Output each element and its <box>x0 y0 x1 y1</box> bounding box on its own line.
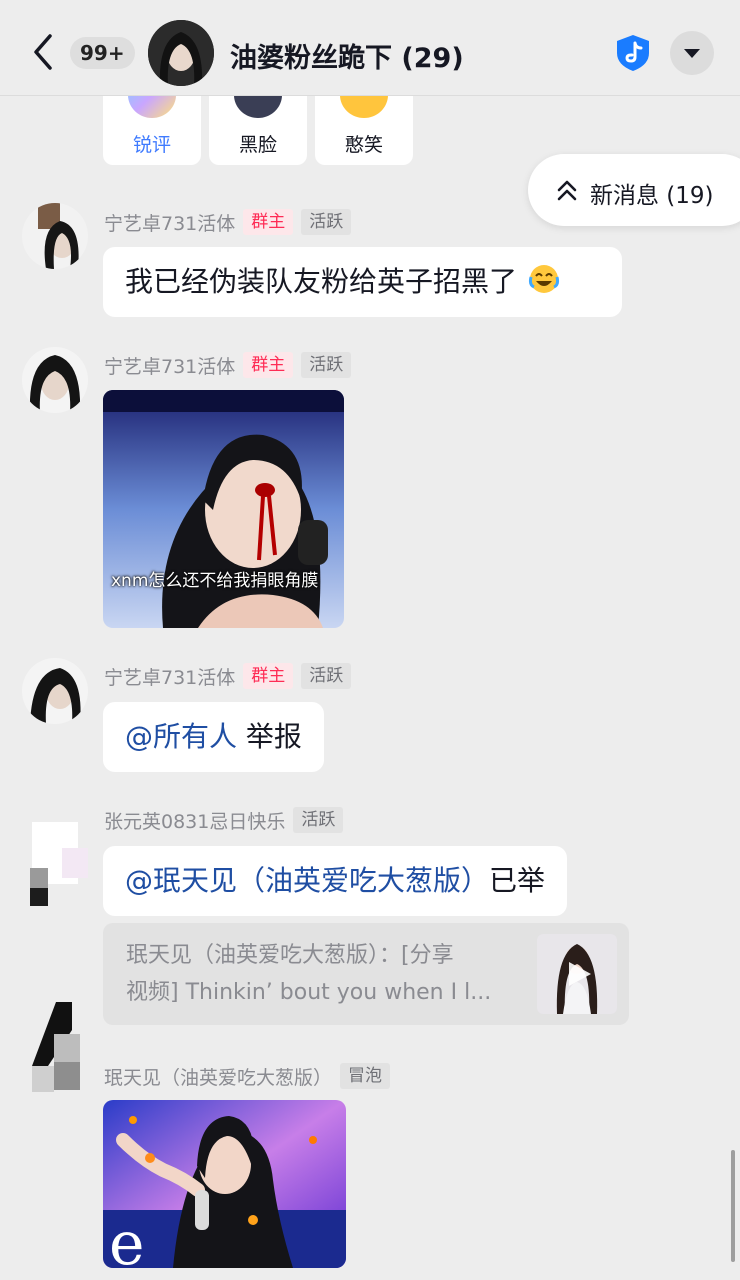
chat-header: 99+ 油婆粉丝跪下 (29) <box>0 0 740 96</box>
active-tag: 活跃 <box>301 209 352 235</box>
sticker-hanxiao[interactable]: 憨笑 <box>315 92 413 165</box>
sticker-label: 锐评 <box>132 134 171 156</box>
sender-name[interactable]: 宁艺卓731活体 <box>104 209 235 236</box>
crying-laughing-emoji-icon <box>528 265 559 293</box>
avatar[interactable] <box>22 1000 88 1096</box>
group-avatar[interactable] <box>148 20 214 86</box>
caret-down-icon <box>684 49 700 58</box>
message-bubble[interactable]: @珉天见（油英爱吃大葱版）已举 <box>103 846 568 916</box>
mention-link[interactable]: @珉天见（油英爱吃大葱版） <box>125 864 489 897</box>
sender-name[interactable]: 宁艺卓731活体 <box>104 352 235 379</box>
message-text: 我已经伪装队友粉给英子招黑了 <box>125 265 518 298</box>
active-tag: 活跃 <box>301 352 352 378</box>
new-messages-label: 新消息 (19) <box>590 183 714 209</box>
back-arrow-icon[interactable] <box>24 30 64 74</box>
avatar[interactable] <box>22 658 88 724</box>
message-sender: 张元英0831忌日快乐 活跃 <box>104 806 344 834</box>
message-text: 已举 <box>489 864 546 897</box>
group-title: 油婆粉丝跪下 (29) <box>230 43 464 74</box>
avatar[interactable] <box>22 802 92 906</box>
dropdown-button[interactable] <box>670 31 714 75</box>
avatar[interactable] <box>22 203 88 269</box>
owner-tag: 群主 <box>243 209 294 235</box>
sticker-label: 憨笑 <box>344 134 383 156</box>
shield-icon[interactable] <box>614 33 652 73</box>
message-sender: 宁艺卓731活体 群主 活跃 <box>104 351 352 379</box>
message-sender: 珉天见（油英爱吃大葱版） 冒泡 <box>104 1062 391 1090</box>
sender-name[interactable]: 宁艺卓731活体 <box>104 663 235 690</box>
sticker-label: 黑脸 <box>238 134 277 156</box>
image-message-photo <box>103 390 344 628</box>
message-sender: 宁艺卓731活体 群主 活跃 <box>104 208 352 236</box>
message-sender: 宁艺卓731活体 群主 活跃 <box>104 662 352 690</box>
double-chevron-up-icon <box>557 180 577 201</box>
new-messages-button[interactable]: 新消息 (19) <box>528 154 740 226</box>
image-caption: xnm怎么还不给我捐眼角膜 <box>111 571 319 591</box>
message-bubble[interactable]: @所有人 举报 <box>103 702 324 772</box>
scrollbar[interactable] <box>731 1150 735 1262</box>
image-message[interactable]: xnm怎么还不给我捐眼角膜 <box>103 390 344 628</box>
avatar[interactable] <box>22 347 88 413</box>
sticker-ruiping[interactable]: 锐评 <box>103 92 201 165</box>
owner-tag: 群主 <box>243 352 294 378</box>
message-text: 举报 <box>237 720 302 753</box>
quoted-text-line: 珉天见（油英爱吃大葱版）：[分享 <box>126 943 454 968</box>
active-tag: 活跃 <box>301 663 352 689</box>
video-message-photo: e <box>103 1100 346 1268</box>
quoted-text-line: 视频] Thinkin’ bout you when I l... <box>126 980 492 1005</box>
message-bubble[interactable]: 我已经伪装队友粉给英子招黑了 <box>103 247 622 317</box>
quoted-text: 珉天见（油英爱吃大葱版）：[分享 视频] Thinkin’ bout you w… <box>126 937 526 1011</box>
unread-count-badge[interactable]: 99+ <box>70 37 135 69</box>
video-thumbnail[interactable] <box>537 934 617 1014</box>
svg-text:e: e <box>109 1209 145 1268</box>
quoted-message[interactable]: 珉天见（油英爱吃大葱版）：[分享 视频] Thinkin’ bout you w… <box>103 923 629 1025</box>
sender-name[interactable]: 珉天见（油英爱吃大葱版） <box>104 1063 332 1090</box>
video-message[interactable]: e <box>103 1100 346 1268</box>
bubbling-tag: 冒泡 <box>340 1063 391 1089</box>
owner-tag: 群主 <box>243 663 294 689</box>
sticker-heilian[interactable]: 黑脸 <box>209 92 307 165</box>
mention-link[interactable]: @所有人 <box>125 720 237 753</box>
sender-name[interactable]: 张元英0831忌日快乐 <box>104 807 285 834</box>
active-tag: 活跃 <box>293 807 344 833</box>
